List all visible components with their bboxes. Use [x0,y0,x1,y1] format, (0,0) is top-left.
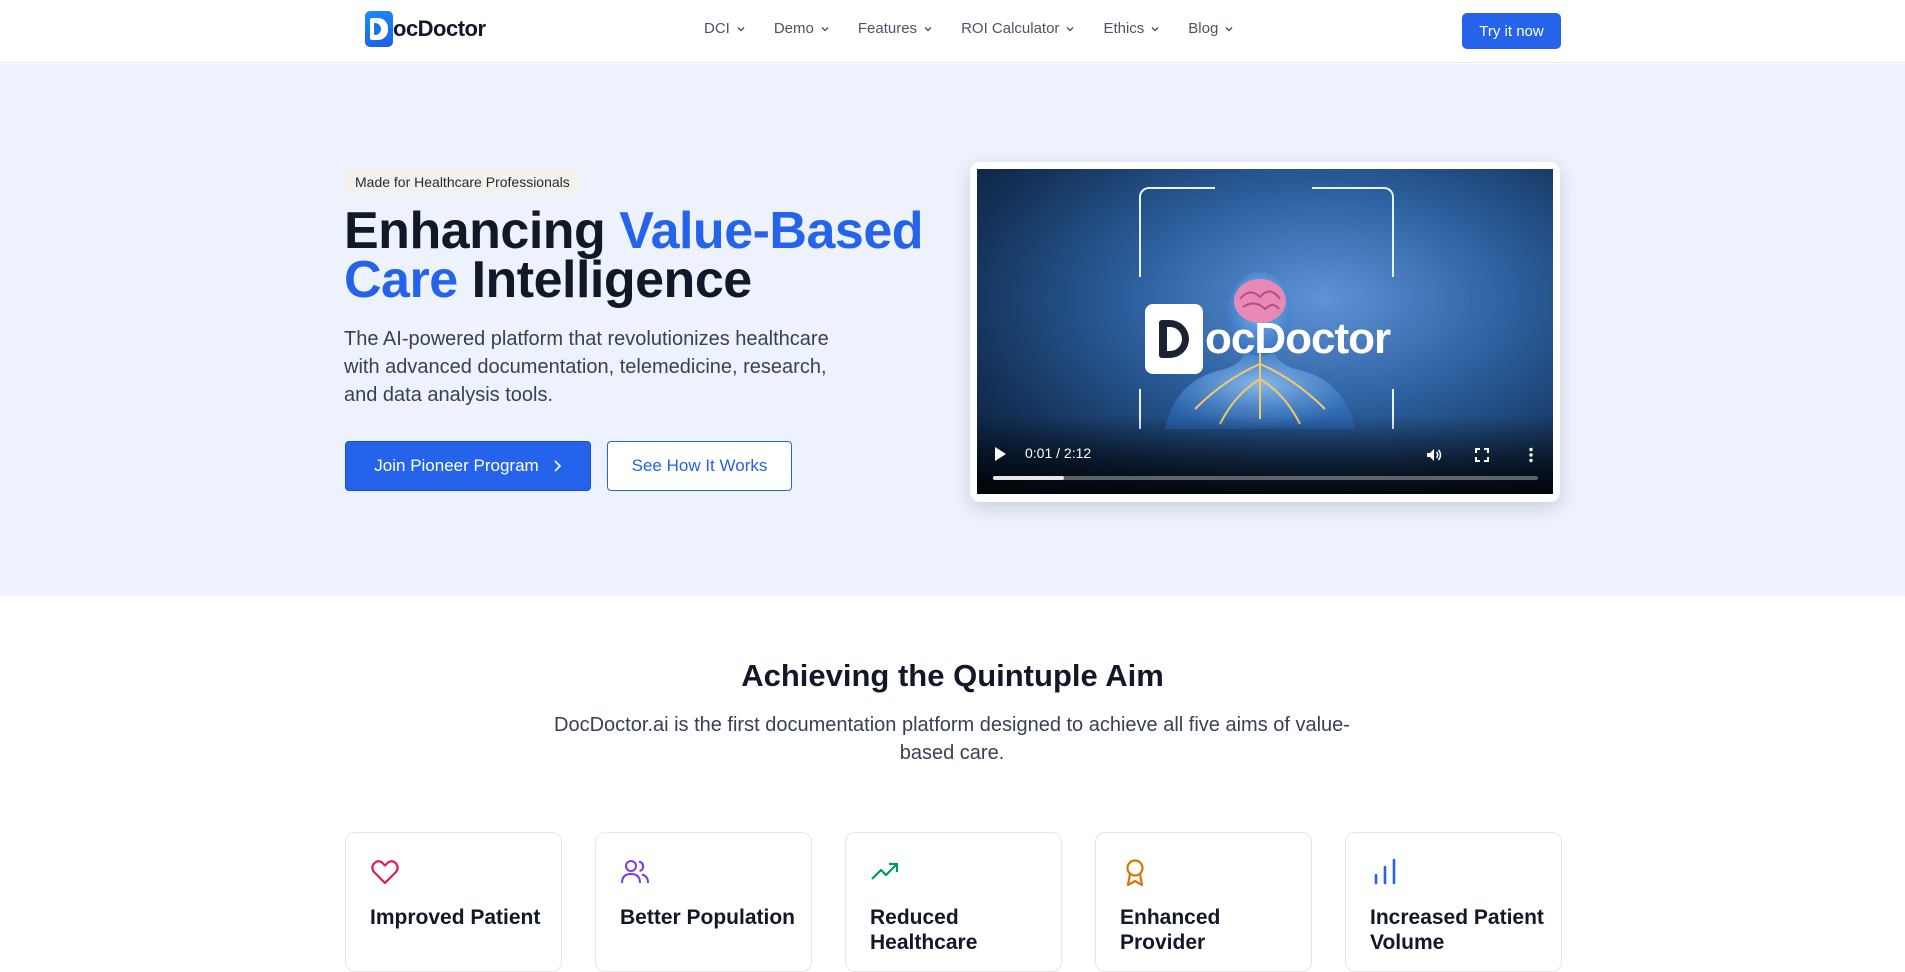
video-time: 0:01 / 2:12 [1025,445,1092,461]
bar-chart-icon [1374,858,1396,885]
logo-text: ocDoctor [393,16,486,41]
audience-badge: Made for Healthcare Professionals [345,169,580,195]
button-label: Join Pioneer Program [374,456,539,475]
section-title: Achieving the Quintuple Aim [741,658,1164,693]
nav-label: Features [857,20,918,37]
video-progress-bar[interactable] [993,476,1538,480]
trending-up-icon [871,862,899,880]
nav-label: DCI [704,20,730,37]
aim-card-title: Improved Patient [370,906,541,929]
aim-card[interactable]: Enhanced Provider [1095,832,1312,972]
users-icon [621,860,649,884]
fullscreen-icon[interactable] [1473,446,1491,464]
chevron-down-icon [924,26,932,31]
aim-card-title: Better Population [620,906,796,929]
nav-item-ethics[interactable]: Ethics [1103,20,1160,37]
video-logo: ocDoctor [1145,304,1391,374]
nav-label: Demo [773,20,814,37]
nav-item-dci[interactable]: DCI [704,20,746,37]
nav-label: Blog [1188,20,1219,37]
chevron-down-icon [1151,26,1159,31]
logo-mark-icon [1145,304,1203,374]
section-subtitle: DocDoctor.ai is the first documentation … [554,714,1350,764]
hero-headline: Enhancing Value-Based Care Intelligence [344,205,944,306]
try-it-now-button[interactable]: Try it now [1462,13,1561,49]
chevron-right-icon [554,460,561,472]
nav-item-roi-calculator[interactable]: ROI Calculator [961,20,1075,37]
hero-subtext: The AI-powered platform that revolutioni… [344,328,829,406]
aim-card-title: Increased Patient Volume [1370,906,1544,954]
aim-card[interactable]: Improved Patient [345,832,562,972]
nav-item-features[interactable]: Features [858,20,933,37]
main-nav: DCI Demo Features ROI Calculator Ethics … [704,20,1262,37]
aim-card[interactable]: Increased Patient Volume [1345,832,1562,972]
video-player[interactable]: ocDoctor 0:01 / 2:12 [977,169,1553,494]
more-options-icon[interactable] [1522,446,1540,464]
aim-card-title: Enhanced Provider [1120,906,1221,954]
join-pioneer-program-button[interactable]: Join Pioneer Program [345,441,591,491]
nav-label: Ethics [1103,20,1145,37]
headline-highlight: Care [344,251,458,309]
headline-text: Intelligence [457,251,753,309]
chevron-down-icon [737,26,745,31]
see-how-it-works-button[interactable]: See How It Works [607,441,792,491]
nav-item-demo[interactable]: Demo [774,20,830,37]
video-logo-text: ocDoctor [1205,314,1391,363]
frame-corner [1312,187,1394,277]
video-progress-fill [993,476,1064,480]
nav-item-blog[interactable]: Blog [1188,20,1234,37]
chevron-down-icon [1066,26,1074,31]
aim-card[interactable]: Better Population [595,832,812,972]
volume-icon[interactable] [1425,446,1443,464]
logo[interactable]: ocDoctor [365,10,486,48]
frame-corner [1139,187,1215,277]
aim-card-title: Reduced Healthcare [870,906,978,954]
nav-label: ROI Calculator [961,20,1060,37]
award-icon [1126,859,1144,887]
aims-cards: Improved Patient Better Population Reduc… [345,832,1562,972]
site-header: ocDoctor DCI Demo Features ROI Calculato… [0,0,1905,63]
aim-card[interactable]: Reduced Healthcare [845,832,1062,972]
hero-section: Made for Healthcare Professionals Enhanc… [0,64,1905,596]
play-icon[interactable] [995,447,1006,461]
video-card: ocDoctor 0:01 / 2:12 [970,162,1560,502]
logo-mark-icon [365,11,393,47]
video-controls: 0:01 / 2:12 [977,416,1553,494]
chevron-down-icon [821,26,829,31]
chevron-down-icon [1225,26,1233,31]
heart-icon [371,860,399,885]
